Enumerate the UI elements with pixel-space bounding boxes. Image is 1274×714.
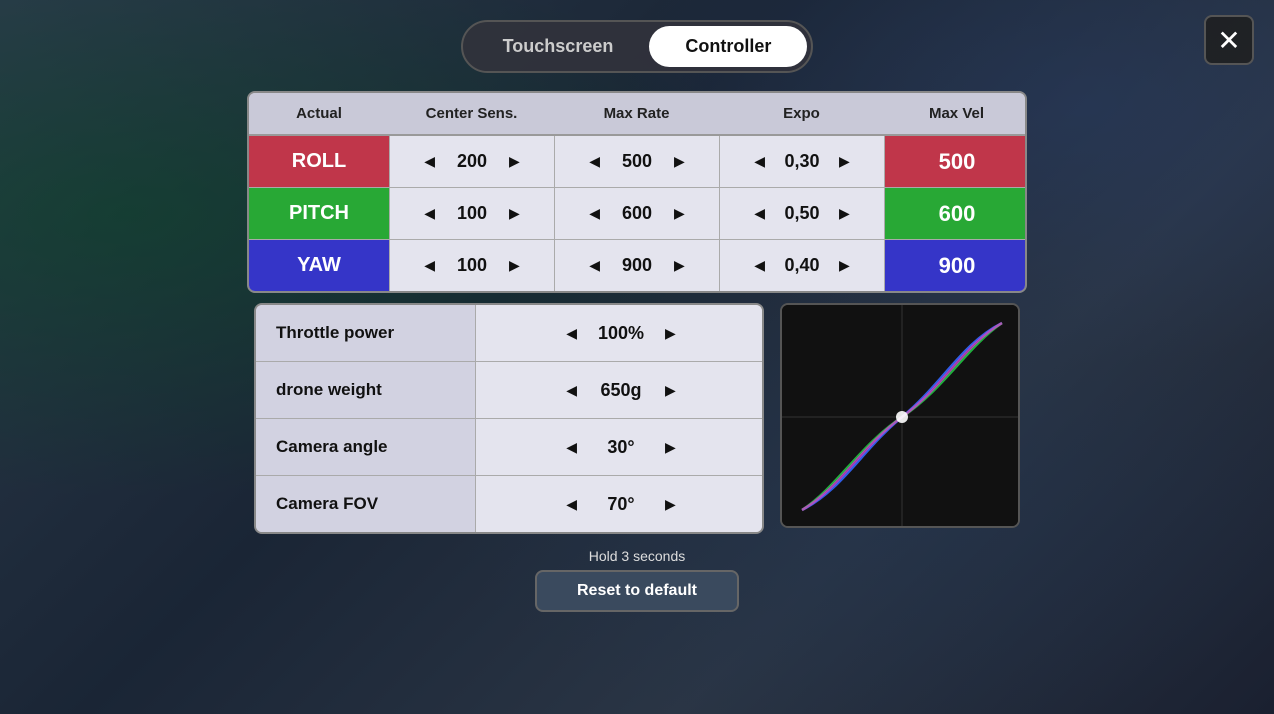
cell-roll-maxvel: 500: [884, 136, 1027, 187]
footer: Hold 3 seconds Reset to default: [535, 548, 739, 612]
yaw-maxrate-value: 900: [612, 255, 662, 276]
cell-pitch-actual: 100: [389, 188, 554, 239]
bottom-panels-row: Throttle power 100% drone weight 650g Ca…: [254, 303, 1020, 534]
cell-pitch-maxvel: 600: [884, 188, 1027, 239]
cell-roll-maxrate: 500: [554, 136, 719, 187]
cell-camera-angle: 30°: [476, 419, 764, 475]
cell-yaw-maxvel: 900: [884, 240, 1027, 291]
roll-actual-value: 200: [447, 151, 497, 172]
cam-fov-inc[interactable]: [661, 492, 680, 517]
yaw-actual-value: 100: [447, 255, 497, 276]
yaw-expo-dec[interactable]: [750, 253, 769, 278]
expo-curve-display: [780, 303, 1020, 528]
cam-fov-value: 70°: [591, 494, 651, 515]
row-camera-fov: Camera FOV 70°: [256, 476, 762, 532]
yaw-expo-value: 0,40: [777, 255, 827, 276]
cam-fov-dec[interactable]: [562, 492, 581, 517]
cam-angle-inc[interactable]: [661, 435, 680, 460]
cell-roll-expo: 0,30: [719, 136, 884, 187]
table-row-roll: ROLL 200 500 0,30 500: [249, 136, 1025, 188]
pitch-maxrate-inc[interactable]: [670, 201, 689, 226]
label-throttle-power: Throttle power: [256, 305, 476, 361]
cell-pitch-expo: 0,50: [719, 188, 884, 239]
pitch-actual-dec[interactable]: [420, 201, 439, 226]
pitch-maxrate-value: 600: [612, 203, 662, 224]
roll-expo-inc[interactable]: [835, 149, 854, 174]
pitch-expo-value: 0,50: [777, 203, 827, 224]
main-container: ✕ Touchscreen Controller Actual Center S…: [0, 0, 1274, 714]
cell-pitch-maxrate: 600: [554, 188, 719, 239]
roll-expo-value: 0,30: [777, 151, 827, 172]
roll-actual-dec[interactable]: [420, 149, 439, 174]
bottom-settings-table: Throttle power 100% drone weight 650g Ca…: [254, 303, 764, 534]
throttle-value: 100%: [591, 323, 651, 344]
cell-yaw-maxrate: 900: [554, 240, 719, 291]
pitch-actual-value: 100: [447, 203, 497, 224]
row-camera-angle: Camera angle 30°: [256, 419, 762, 476]
roll-expo-dec[interactable]: [750, 149, 769, 174]
table-row-yaw: YAW 100 900 0,40 900: [249, 240, 1025, 291]
throttle-dec[interactable]: [562, 321, 581, 346]
hold-text: Hold 3 seconds: [589, 548, 686, 564]
pitch-maxrate-dec[interactable]: [585, 201, 604, 226]
cell-camera-fov: 70°: [476, 476, 764, 532]
pitch-actual-inc[interactable]: [505, 201, 524, 226]
roll-maxrate-dec[interactable]: [585, 149, 604, 174]
label-camera-fov: Camera FOV: [256, 476, 476, 532]
header-center-sens: Center Sens.: [389, 93, 554, 134]
header-expo: Expo: [719, 93, 884, 134]
cell-yaw-actual: 100: [389, 240, 554, 291]
header-actual: Actual: [249, 93, 389, 134]
pitch-expo-inc[interactable]: [835, 201, 854, 226]
close-button[interactable]: ✕: [1204, 15, 1254, 65]
settings-table: Actual Center Sens. Max Rate Expo Max Ve…: [247, 91, 1027, 293]
table-header: Actual Center Sens. Max Rate Expo Max Ve…: [249, 93, 1025, 136]
header-max-rate: Max Rate: [554, 93, 719, 134]
tab-touchscreen[interactable]: Touchscreen: [467, 26, 650, 67]
cam-angle-dec[interactable]: [562, 435, 581, 460]
tab-controller[interactable]: Controller: [649, 26, 807, 67]
yaw-maxrate-dec[interactable]: [585, 253, 604, 278]
row-label-yaw: YAW: [249, 240, 389, 291]
row-label-pitch: PITCH: [249, 188, 389, 239]
header-max-vel: Max Vel: [884, 93, 1027, 134]
label-drone-weight: drone weight: [256, 362, 476, 418]
roll-maxrate-value: 500: [612, 151, 662, 172]
yaw-actual-inc[interactable]: [505, 253, 524, 278]
yaw-expo-inc[interactable]: [835, 253, 854, 278]
expo-curve-svg: [782, 305, 1020, 528]
tab-switcher: Touchscreen Controller: [461, 20, 814, 73]
table-row-pitch: PITCH 100 600 0,50 600: [249, 188, 1025, 240]
cell-roll-actual: 200: [389, 136, 554, 187]
label-camera-angle: Camera angle: [256, 419, 476, 475]
row-label-roll: ROLL: [249, 136, 389, 187]
reset-button[interactable]: Reset to default: [535, 570, 739, 612]
roll-actual-inc[interactable]: [505, 149, 524, 174]
cell-yaw-expo: 0,40: [719, 240, 884, 291]
row-drone-weight: drone weight 650g: [256, 362, 762, 419]
pitch-expo-dec[interactable]: [750, 201, 769, 226]
weight-inc[interactable]: [661, 378, 680, 403]
throttle-inc[interactable]: [661, 321, 680, 346]
cell-drone-weight: 650g: [476, 362, 764, 418]
row-throttle-power: Throttle power 100%: [256, 305, 762, 362]
yaw-actual-dec[interactable]: [420, 253, 439, 278]
weight-dec[interactable]: [562, 378, 581, 403]
cell-throttle-power: 100%: [476, 305, 764, 361]
yaw-maxrate-inc[interactable]: [670, 253, 689, 278]
weight-value: 650g: [591, 380, 651, 401]
roll-maxrate-inc[interactable]: [670, 149, 689, 174]
cam-angle-value: 30°: [591, 437, 651, 458]
